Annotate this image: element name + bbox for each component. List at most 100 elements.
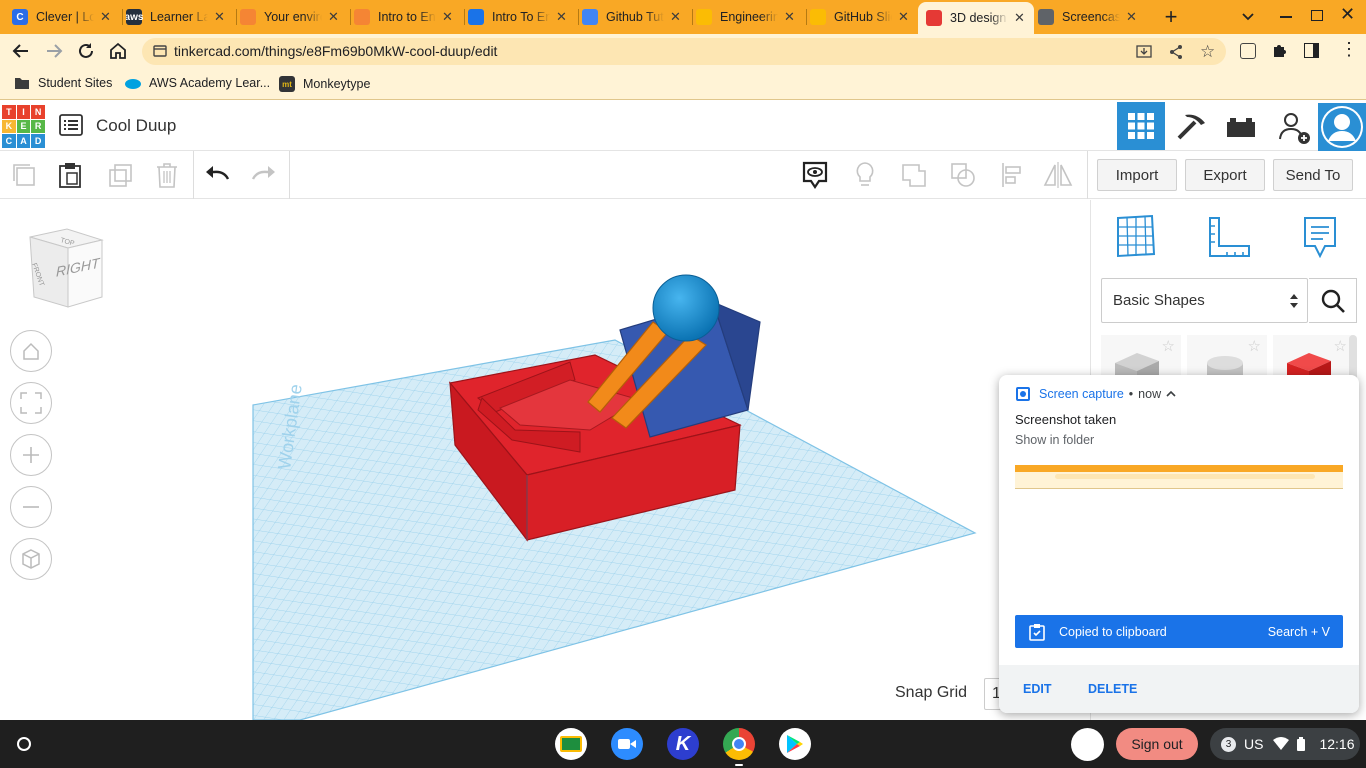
tab-close-icon[interactable]: ✕ (670, 9, 681, 25)
duplicate-icon[interactable] (103, 159, 137, 191)
bookmark-aws-academy[interactable]: AWS Academy Lear... (124, 76, 270, 90)
browser-tab[interactable]: Intro to Engineering ✕ (354, 4, 460, 30)
home-view-button[interactable] (10, 330, 52, 372)
tab-close-icon[interactable]: ✕ (328, 9, 339, 25)
workplane-tool-icon[interactable] (1115, 214, 1157, 263)
zoom-out-button[interactable] (10, 486, 52, 528)
side-panel-icon[interactable] (1304, 43, 1319, 58)
design-list-icon[interactable] (59, 114, 83, 141)
copied-to-clipboard-bar[interactable]: Copied to clipboard Search + V (1015, 615, 1343, 648)
screencastify-extension-icon[interactable] (1240, 43, 1256, 59)
site-info-icon[interactable] (153, 44, 167, 63)
tab-search-chevron-icon[interactable] (1240, 8, 1256, 29)
kahoot-app-icon[interactable]: K (667, 728, 699, 760)
perspective-toggle-button[interactable] (10, 538, 52, 580)
favorite-star-icon[interactable]: ☆ (1248, 337, 1261, 355)
tab-close-icon[interactable]: ✕ (898, 9, 909, 25)
notes-icon[interactable] (1303, 216, 1337, 263)
reload-icon[interactable] (77, 42, 95, 65)
zoom-in-button[interactable] (10, 434, 52, 476)
lightbulb-icon[interactable] (848, 159, 882, 191)
install-app-icon[interactable] (1136, 44, 1152, 65)
bricks-icon[interactable] (1227, 117, 1255, 142)
share-icon[interactable] (1168, 44, 1184, 65)
home-icon[interactable] (108, 41, 128, 66)
search-icon (1321, 289, 1345, 313)
ungroup-shapes-icon[interactable] (946, 159, 980, 191)
align-icon[interactable] (995, 159, 1029, 191)
screenshot-thumbnail[interactable] (1015, 465, 1343, 601)
3d-view-grid-button[interactable] (1117, 102, 1165, 150)
collapse-chevron-icon[interactable] (1166, 390, 1176, 398)
tab-close-icon[interactable]: ✕ (214, 9, 225, 25)
browser-tab[interactable]: C Clever | Log in ✕ (12, 4, 118, 30)
bookmark-star-icon[interactable]: ☆ (1200, 42, 1215, 62)
user-avatar[interactable] (1318, 103, 1366, 151)
launcher-circle-icon[interactable] (17, 737, 31, 751)
browser-tab[interactable]: aws Learner Lab ✕ (126, 4, 232, 30)
shape-library-dropdown[interactable]: Basic Shapes (1101, 278, 1308, 323)
show-in-folder-link[interactable]: Show in folder (1015, 433, 1094, 447)
codeblocks-pickaxe-icon[interactable] (1175, 111, 1207, 146)
mirror-icon[interactable] (1041, 159, 1075, 191)
bookmark-student-sites[interactable]: Student Sites (14, 76, 112, 90)
browser-tab[interactable]: Github Tutorial ✕ (582, 4, 688, 30)
minimize-window-icon[interactable] (1280, 16, 1292, 18)
bookmark-monkeytype[interactable]: mt Monkeytype (279, 76, 370, 92)
tab-close-icon[interactable]: ✕ (1014, 10, 1025, 26)
browser-tab[interactable]: Your environments ✕ (240, 4, 346, 30)
favorite-star-icon[interactable]: ☆ (1334, 337, 1347, 355)
restore-window-icon[interactable] (1311, 10, 1323, 21)
send-to-button[interactable]: Send To (1273, 159, 1353, 191)
tab-favicon-icon (810, 9, 826, 25)
tab-close-icon[interactable]: ✕ (100, 9, 111, 25)
sign-out-button[interactable]: Sign out (1116, 728, 1198, 760)
edit-button[interactable]: EDIT (1023, 682, 1051, 696)
url-text[interactable]: tinkercad.com/things/e8Fm69b0MkW-cool-du… (174, 43, 497, 59)
delete-button[interactable]: DELETE (1088, 682, 1137, 696)
import-button[interactable]: Import (1097, 159, 1177, 191)
undo-icon[interactable] (200, 159, 234, 191)
tab-close-icon[interactable]: ✕ (556, 9, 567, 25)
forward-arrow-icon[interactable] (45, 42, 63, 65)
browser-tab[interactable]: 3D design Cool Duup ✕ (918, 2, 1034, 34)
tab-close-icon[interactable]: ✕ (442, 9, 453, 25)
tab-close-icon[interactable]: ✕ (784, 9, 795, 25)
account-avatar[interactable] (1071, 728, 1104, 761)
3d-workplane-viewport[interactable]: Workplane TOP FRONT RIGHT Snap Grid 1 (0, 200, 1090, 720)
shape-search-button[interactable] (1309, 278, 1357, 323)
design-name[interactable]: Cool Duup (96, 116, 176, 136)
new-tab-button[interactable]: + (1160, 4, 1182, 29)
browser-tab[interactable]: Intro To Engineering ✕ (468, 4, 574, 30)
screenshot-notification[interactable]: Screen capture • now Screenshot taken Sh… (999, 375, 1359, 713)
delete-trash-icon[interactable] (150, 159, 184, 191)
fit-view-button[interactable] (10, 382, 52, 424)
favorite-star-icon[interactable]: ☆ (1162, 337, 1175, 355)
google-classroom-app-icon[interactable] (555, 728, 587, 760)
browser-tab[interactable]: Engineering ✕ (696, 4, 802, 30)
paste-icon[interactable] (53, 159, 87, 191)
redo-icon[interactable] (247, 159, 281, 191)
zoom-app-icon[interactable] (611, 728, 643, 760)
back-arrow-icon[interactable] (12, 42, 30, 65)
export-button[interactable]: Export (1185, 159, 1265, 191)
chrome-menu-icon[interactable]: ⋮ (1340, 40, 1358, 58)
tinkercad-logo[interactable]: T I N K E R C A D (2, 105, 45, 148)
extensions-puzzle-icon[interactable] (1271, 42, 1288, 64)
tab-separator (692, 9, 693, 25)
chrome-app-icon[interactable] (723, 728, 755, 760)
group-shapes-icon[interactable] (897, 159, 931, 191)
notes-visibility-icon[interactable] (798, 159, 832, 191)
play-store-app-icon[interactable] (779, 728, 811, 760)
status-tray[interactable]: 3 US 12:16 (1210, 728, 1360, 760)
workplane-scene[interactable]: Workplane (0, 200, 1090, 720)
tab-close-icon[interactable]: ✕ (1126, 9, 1137, 25)
view-cube[interactable]: TOP FRONT RIGHT (22, 222, 112, 317)
browser-tab[interactable]: Screencastify ✕ (1038, 4, 1144, 30)
tab-title: 3D design Cool Duup (950, 11, 1008, 25)
copy-icon[interactable] (7, 159, 41, 191)
ruler-icon[interactable] (1207, 216, 1251, 263)
browser-tab[interactable]: GitHub Slides ✕ (810, 4, 916, 30)
close-window-icon[interactable]: ✕ (1340, 4, 1355, 25)
add-user-icon[interactable] (1278, 111, 1312, 150)
